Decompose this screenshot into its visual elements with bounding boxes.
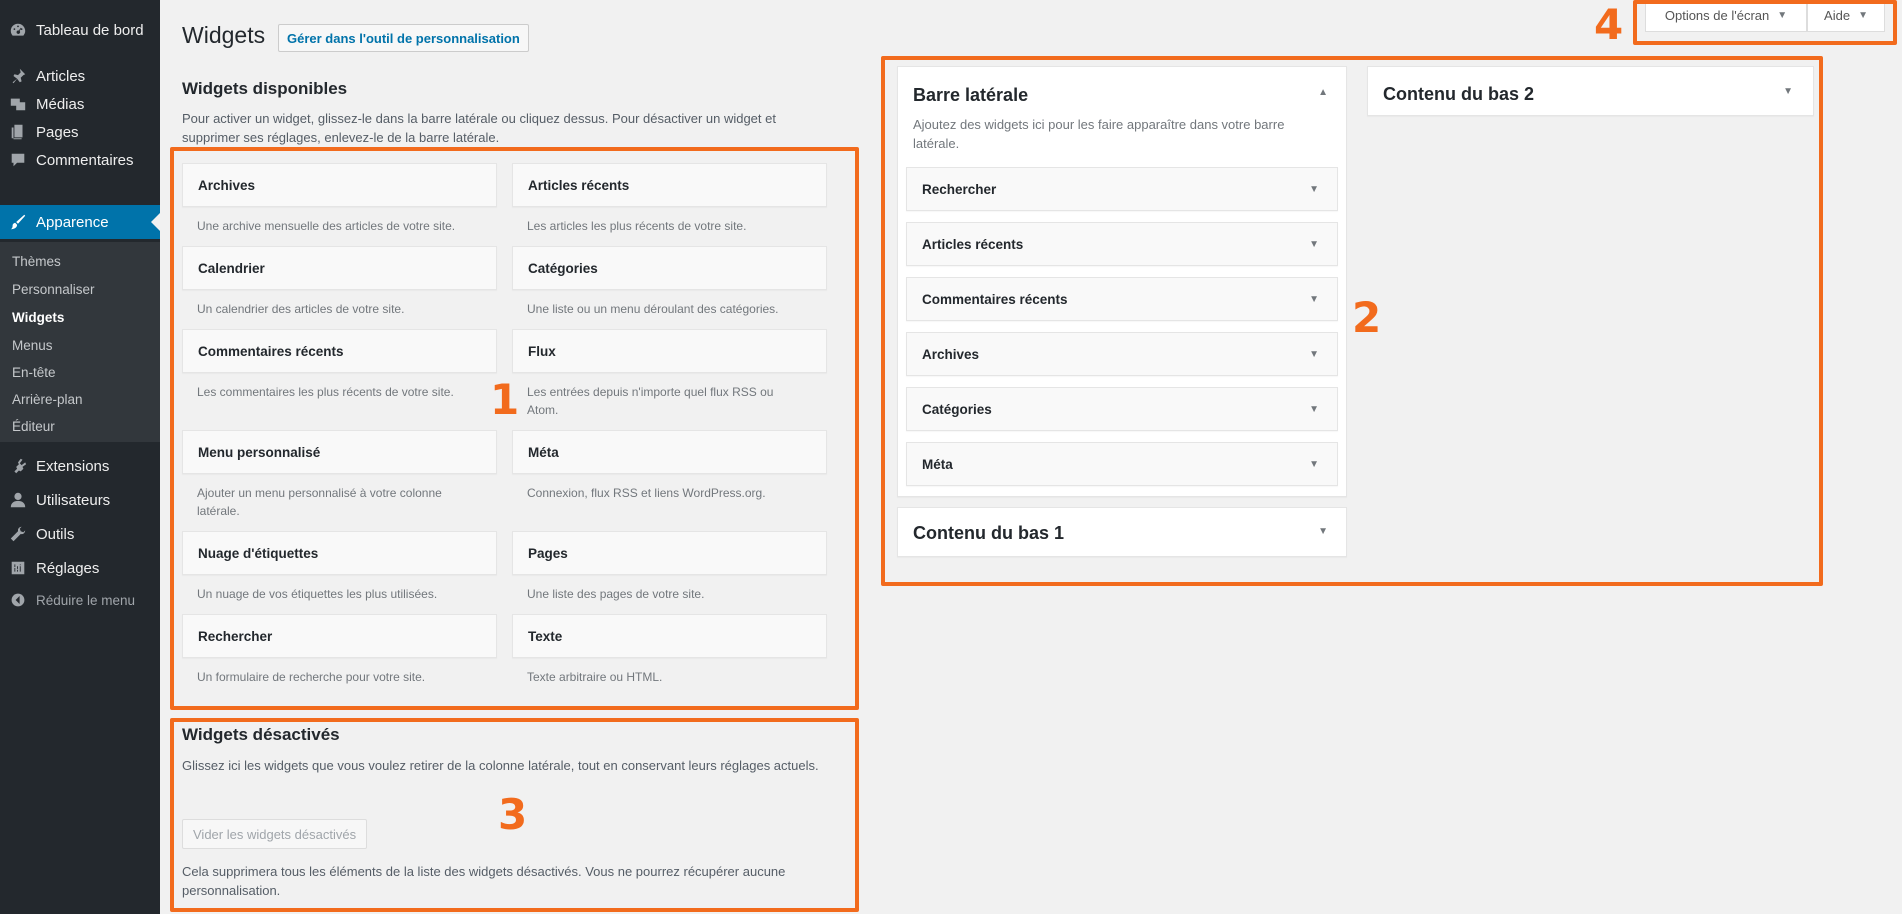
menu-label: Articles bbox=[36, 67, 86, 85]
page-title: Widgets bbox=[182, 22, 266, 48]
comments-icon bbox=[0, 151, 36, 169]
media-icon bbox=[0, 95, 36, 113]
dashboard-icon bbox=[0, 21, 36, 39]
menu-item-tools[interactable]: Outils bbox=[0, 517, 160, 551]
menu-label: Tableau de bord bbox=[36, 21, 144, 39]
collapse-label: Réduire le menu bbox=[36, 592, 136, 608]
submenu-item-menus[interactable]: Menus bbox=[12, 338, 53, 353]
annotation-number: 4 bbox=[1594, 0, 1624, 49]
menu-item-users[interactable]: Utilisateurs bbox=[0, 483, 160, 517]
annotation-number: 1 bbox=[490, 375, 520, 424]
menu-item-appearance[interactable]: Apparence bbox=[0, 205, 160, 239]
menu-label: Outils bbox=[36, 525, 75, 543]
menu-item-plugins[interactable]: Extensions bbox=[0, 449, 160, 483]
available-widgets-title: Widgets disponibles bbox=[182, 79, 348, 98]
submenu-item-widgets[interactable]: Widgets bbox=[12, 310, 64, 325]
menu-item-settings[interactable]: Réglages bbox=[0, 551, 160, 585]
submenu-item-themes[interactable]: Thèmes bbox=[12, 254, 61, 269]
menu-label: Pages bbox=[36, 123, 79, 141]
menu-label: Médias bbox=[36, 95, 85, 113]
annotation-number: 2 bbox=[1352, 293, 1382, 342]
menu-label: Extensions bbox=[36, 457, 110, 475]
user-icon bbox=[0, 491, 36, 509]
menu-label: Commentaires bbox=[36, 151, 134, 169]
annotation-box-screen-options bbox=[1633, 0, 1897, 45]
submenu-item-editor[interactable]: Éditeur bbox=[12, 419, 55, 434]
pages-icon bbox=[0, 123, 36, 141]
plugin-icon bbox=[0, 457, 36, 475]
submenu-item-header[interactable]: En-tête bbox=[12, 365, 56, 380]
menu-item-dashboard[interactable]: Tableau de bord bbox=[0, 13, 160, 47]
wrench-icon bbox=[0, 525, 36, 543]
settings-icon bbox=[0, 559, 36, 577]
collapse-arrow-icon bbox=[0, 592, 36, 608]
annotation-number: 3 bbox=[498, 790, 528, 839]
menu-label: Apparence bbox=[36, 213, 109, 231]
brush-icon bbox=[0, 213, 36, 231]
appearance-submenu: Thèmes Personnaliser Widgets Menus En-tê… bbox=[0, 242, 160, 442]
menu-item-comments[interactable]: Commentaires bbox=[0, 143, 160, 177]
manage-in-customizer-button[interactable]: Gérer dans l'outil de personnalisation bbox=[278, 24, 529, 52]
menu-label: Utilisateurs bbox=[36, 491, 111, 509]
available-widgets-description: Pour activer un widget, glissez-le dans … bbox=[182, 111, 776, 145]
submenu-item-customize[interactable]: Personnaliser bbox=[12, 282, 95, 297]
admin-menu: Tableau de bord Articles Médias Pages Co… bbox=[0, 0, 160, 914]
pin-icon bbox=[0, 67, 36, 85]
submenu-item-background[interactable]: Arrière-plan bbox=[12, 392, 83, 407]
annotation-box-available-widgets bbox=[170, 147, 859, 710]
menu-label: Réglages bbox=[36, 559, 100, 577]
collapse-menu-button[interactable]: Réduire le menu bbox=[0, 588, 160, 612]
